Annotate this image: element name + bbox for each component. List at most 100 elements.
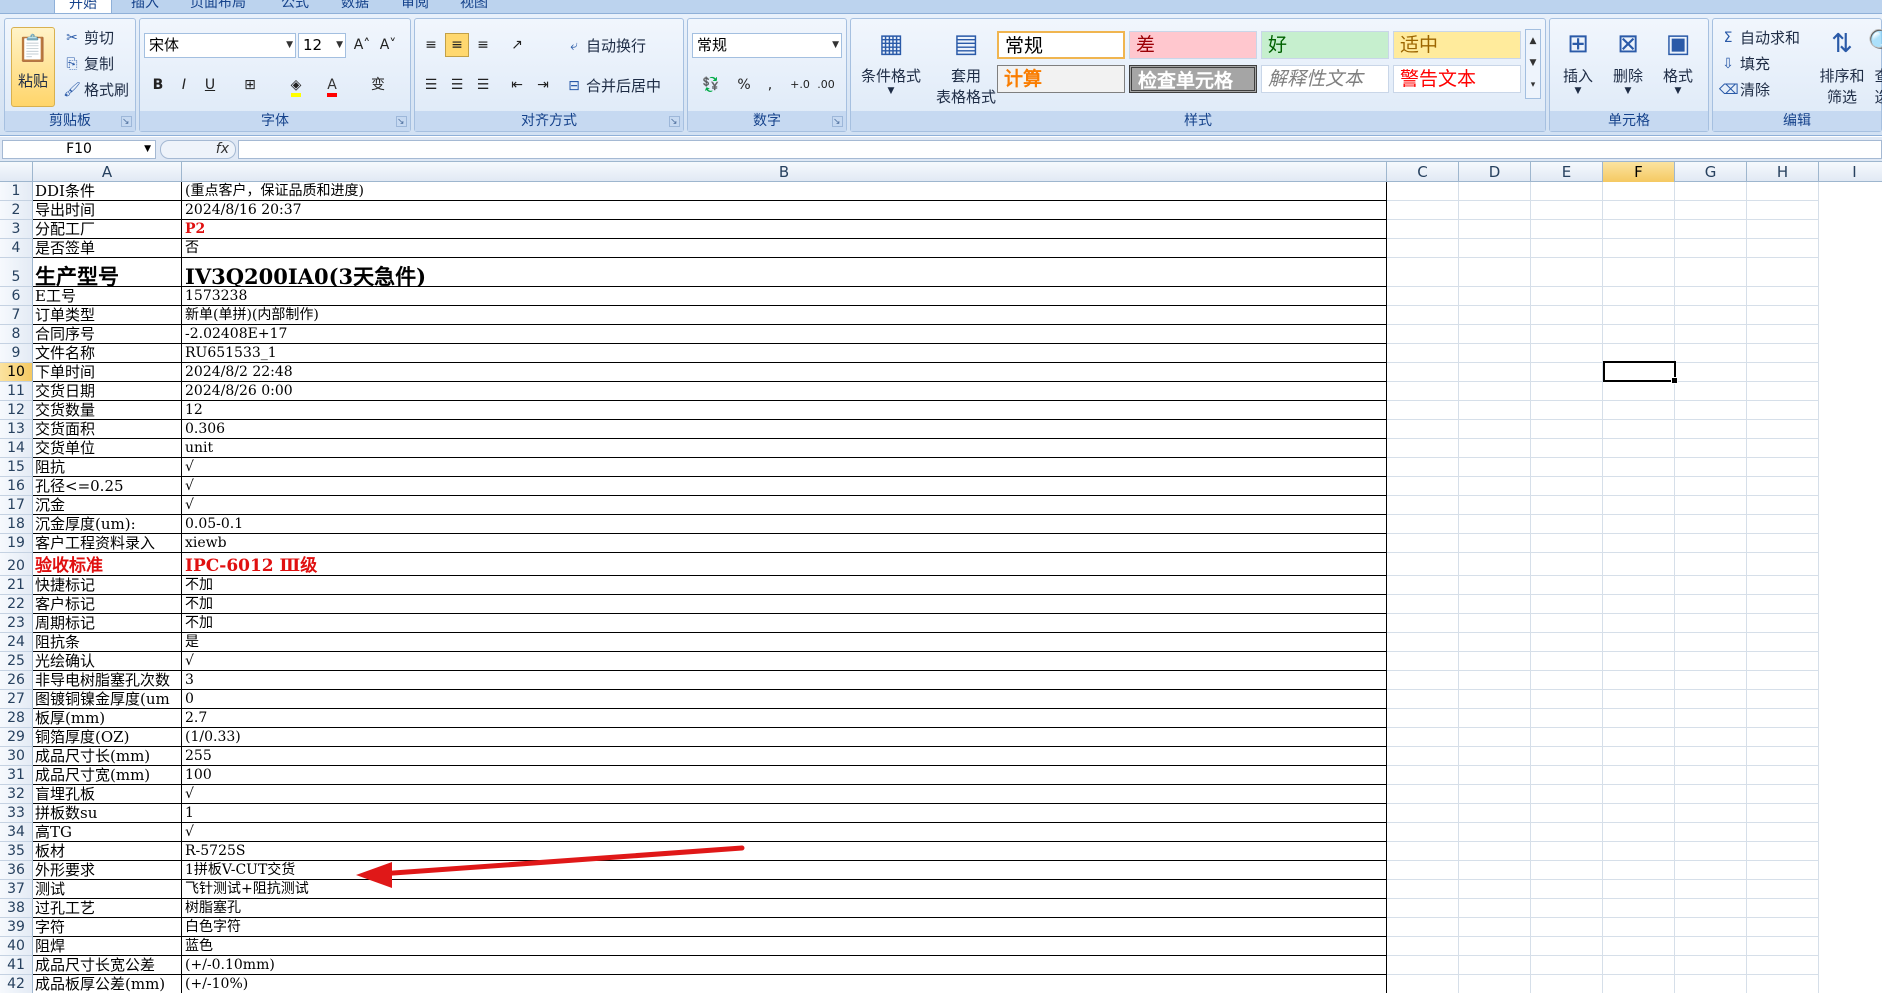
empty-cell[interactable] bbox=[1387, 785, 1459, 804]
empty-cell[interactable] bbox=[1387, 880, 1459, 899]
empty-cell[interactable] bbox=[1747, 576, 1819, 595]
empty-cell[interactable] bbox=[1459, 595, 1531, 614]
row-header[interactable]: 39 bbox=[0, 918, 33, 937]
empty-cell[interactable] bbox=[1531, 477, 1603, 496]
name-box[interactable]: F10 ▼ bbox=[2, 140, 156, 159]
empty-cell[interactable] bbox=[1531, 182, 1603, 201]
empty-cell[interactable] bbox=[1459, 344, 1531, 363]
empty-cell[interactable] bbox=[1603, 258, 1675, 287]
empty-cell[interactable] bbox=[1747, 220, 1819, 239]
empty-cell[interactable] bbox=[1387, 728, 1459, 747]
row-header[interactable]: 36 bbox=[0, 861, 33, 880]
tab-home[interactable]: 开始 bbox=[54, 0, 112, 13]
empty-cell[interactable] bbox=[1675, 258, 1747, 287]
empty-cell[interactable] bbox=[1531, 899, 1603, 918]
empty-cell[interactable] bbox=[1387, 690, 1459, 709]
empty-cell[interactable] bbox=[1747, 823, 1819, 842]
tab-insert[interactable]: 插入 bbox=[131, 0, 159, 13]
empty-cell[interactable] bbox=[1531, 785, 1603, 804]
empty-cell[interactable] bbox=[1603, 458, 1675, 477]
empty-cell[interactable] bbox=[1387, 325, 1459, 344]
empty-cell[interactable] bbox=[1531, 652, 1603, 671]
empty-cell[interactable] bbox=[1459, 576, 1531, 595]
empty-cell[interactable] bbox=[1387, 182, 1459, 201]
row-header[interactable]: 41 bbox=[0, 956, 33, 975]
cell-a[interactable]: 快捷标记 bbox=[33, 576, 182, 595]
empty-cell[interactable] bbox=[1387, 534, 1459, 553]
column-header-D[interactable]: D bbox=[1459, 162, 1531, 182]
empty-cell[interactable] bbox=[1747, 861, 1819, 880]
column-header-I[interactable]: I bbox=[1819, 162, 1882, 182]
row-header[interactable]: 30 bbox=[0, 747, 33, 766]
cell-b[interactable]: (+/-0.10mm) bbox=[182, 956, 1387, 975]
empty-cell[interactable] bbox=[1675, 918, 1747, 937]
empty-cell[interactable] bbox=[1531, 576, 1603, 595]
shrink-font-button[interactable]: A˅ bbox=[376, 33, 400, 57]
empty-cell[interactable] bbox=[1675, 477, 1747, 496]
empty-cell[interactable] bbox=[1603, 880, 1675, 899]
empty-cell[interactable] bbox=[1675, 363, 1747, 382]
empty-cell[interactable] bbox=[1603, 842, 1675, 861]
row-header[interactable]: 6 bbox=[0, 287, 33, 306]
empty-cell[interactable] bbox=[1603, 785, 1675, 804]
empty-cell[interactable] bbox=[1459, 633, 1531, 652]
empty-cell[interactable] bbox=[1459, 306, 1531, 325]
row-header[interactable]: 9 bbox=[0, 344, 33, 363]
empty-cell[interactable] bbox=[1675, 937, 1747, 956]
empty-cell[interactable] bbox=[1747, 633, 1819, 652]
empty-cell[interactable] bbox=[1675, 652, 1747, 671]
empty-cell[interactable] bbox=[1387, 382, 1459, 401]
empty-cell[interactable] bbox=[1675, 690, 1747, 709]
empty-cell[interactable] bbox=[1747, 477, 1819, 496]
empty-cell[interactable] bbox=[1603, 614, 1675, 633]
styles-gallery-scroll[interactable]: ▲ ▼ ▾ bbox=[1525, 29, 1541, 99]
empty-cell[interactable] bbox=[1603, 439, 1675, 458]
empty-cell[interactable] bbox=[1675, 785, 1747, 804]
align-center-icon[interactable]: ☰ bbox=[445, 73, 469, 97]
grow-font-button[interactable]: A˄ bbox=[350, 33, 374, 57]
empty-cell[interactable] bbox=[1387, 671, 1459, 690]
row-header[interactable]: 8 bbox=[0, 325, 33, 344]
cell-b[interactable]: 不加 bbox=[182, 576, 1387, 595]
cell-b[interactable]: √ bbox=[182, 477, 1387, 496]
cell-b[interactable]: 12 bbox=[182, 401, 1387, 420]
cell-a[interactable]: 合同序号 bbox=[33, 325, 182, 344]
empty-cell[interactable] bbox=[1675, 709, 1747, 728]
column-header-G[interactable]: G bbox=[1675, 162, 1747, 182]
row-header[interactable]: 23 bbox=[0, 614, 33, 633]
empty-cell[interactable] bbox=[1459, 220, 1531, 239]
increase-indent-icon[interactable]: ⇥ bbox=[531, 73, 555, 97]
empty-cell[interactable] bbox=[1603, 709, 1675, 728]
cell-a[interactable]: 成品板厚公差(mm) bbox=[33, 975, 182, 993]
cell-a[interactable]: 是否签单 bbox=[33, 239, 182, 258]
empty-cell[interactable] bbox=[1531, 823, 1603, 842]
empty-cell[interactable] bbox=[1459, 201, 1531, 220]
empty-cell[interactable] bbox=[1531, 956, 1603, 975]
cell-b[interactable]: 0 bbox=[182, 690, 1387, 709]
empty-cell[interactable] bbox=[1387, 823, 1459, 842]
cell-a[interactable]: 文件名称 bbox=[33, 344, 182, 363]
empty-cell[interactable] bbox=[1387, 306, 1459, 325]
empty-cell[interactable] bbox=[1459, 553, 1531, 576]
empty-cell[interactable] bbox=[1387, 595, 1459, 614]
cell-b[interactable]: 蓝色 bbox=[182, 937, 1387, 956]
empty-cell[interactable] bbox=[1603, 633, 1675, 652]
empty-cell[interactable] bbox=[1675, 804, 1747, 823]
empty-cell[interactable] bbox=[1747, 785, 1819, 804]
empty-cell[interactable] bbox=[1675, 595, 1747, 614]
empty-cell[interactable] bbox=[1459, 363, 1531, 382]
row-header[interactable]: 19 bbox=[0, 534, 33, 553]
empty-cell[interactable] bbox=[1675, 239, 1747, 258]
clipboard-dialog-launcher[interactable]: ↘ bbox=[121, 116, 132, 127]
row-header[interactable]: 25 bbox=[0, 652, 33, 671]
tab-review[interactable]: 审阅 bbox=[401, 0, 429, 13]
empty-cell[interactable] bbox=[1387, 239, 1459, 258]
cell-a[interactable]: 盲埋孔板 bbox=[33, 785, 182, 804]
empty-cell[interactable] bbox=[1531, 258, 1603, 287]
cell-a[interactable]: 铜箔厚度(OZ) bbox=[33, 728, 182, 747]
cell-a[interactable]: 验收标准 bbox=[33, 553, 182, 576]
underline-button[interactable]: U bbox=[198, 73, 222, 97]
column-header-E[interactable]: E bbox=[1531, 162, 1603, 182]
empty-cell[interactable] bbox=[1531, 439, 1603, 458]
empty-cell[interactable] bbox=[1387, 633, 1459, 652]
